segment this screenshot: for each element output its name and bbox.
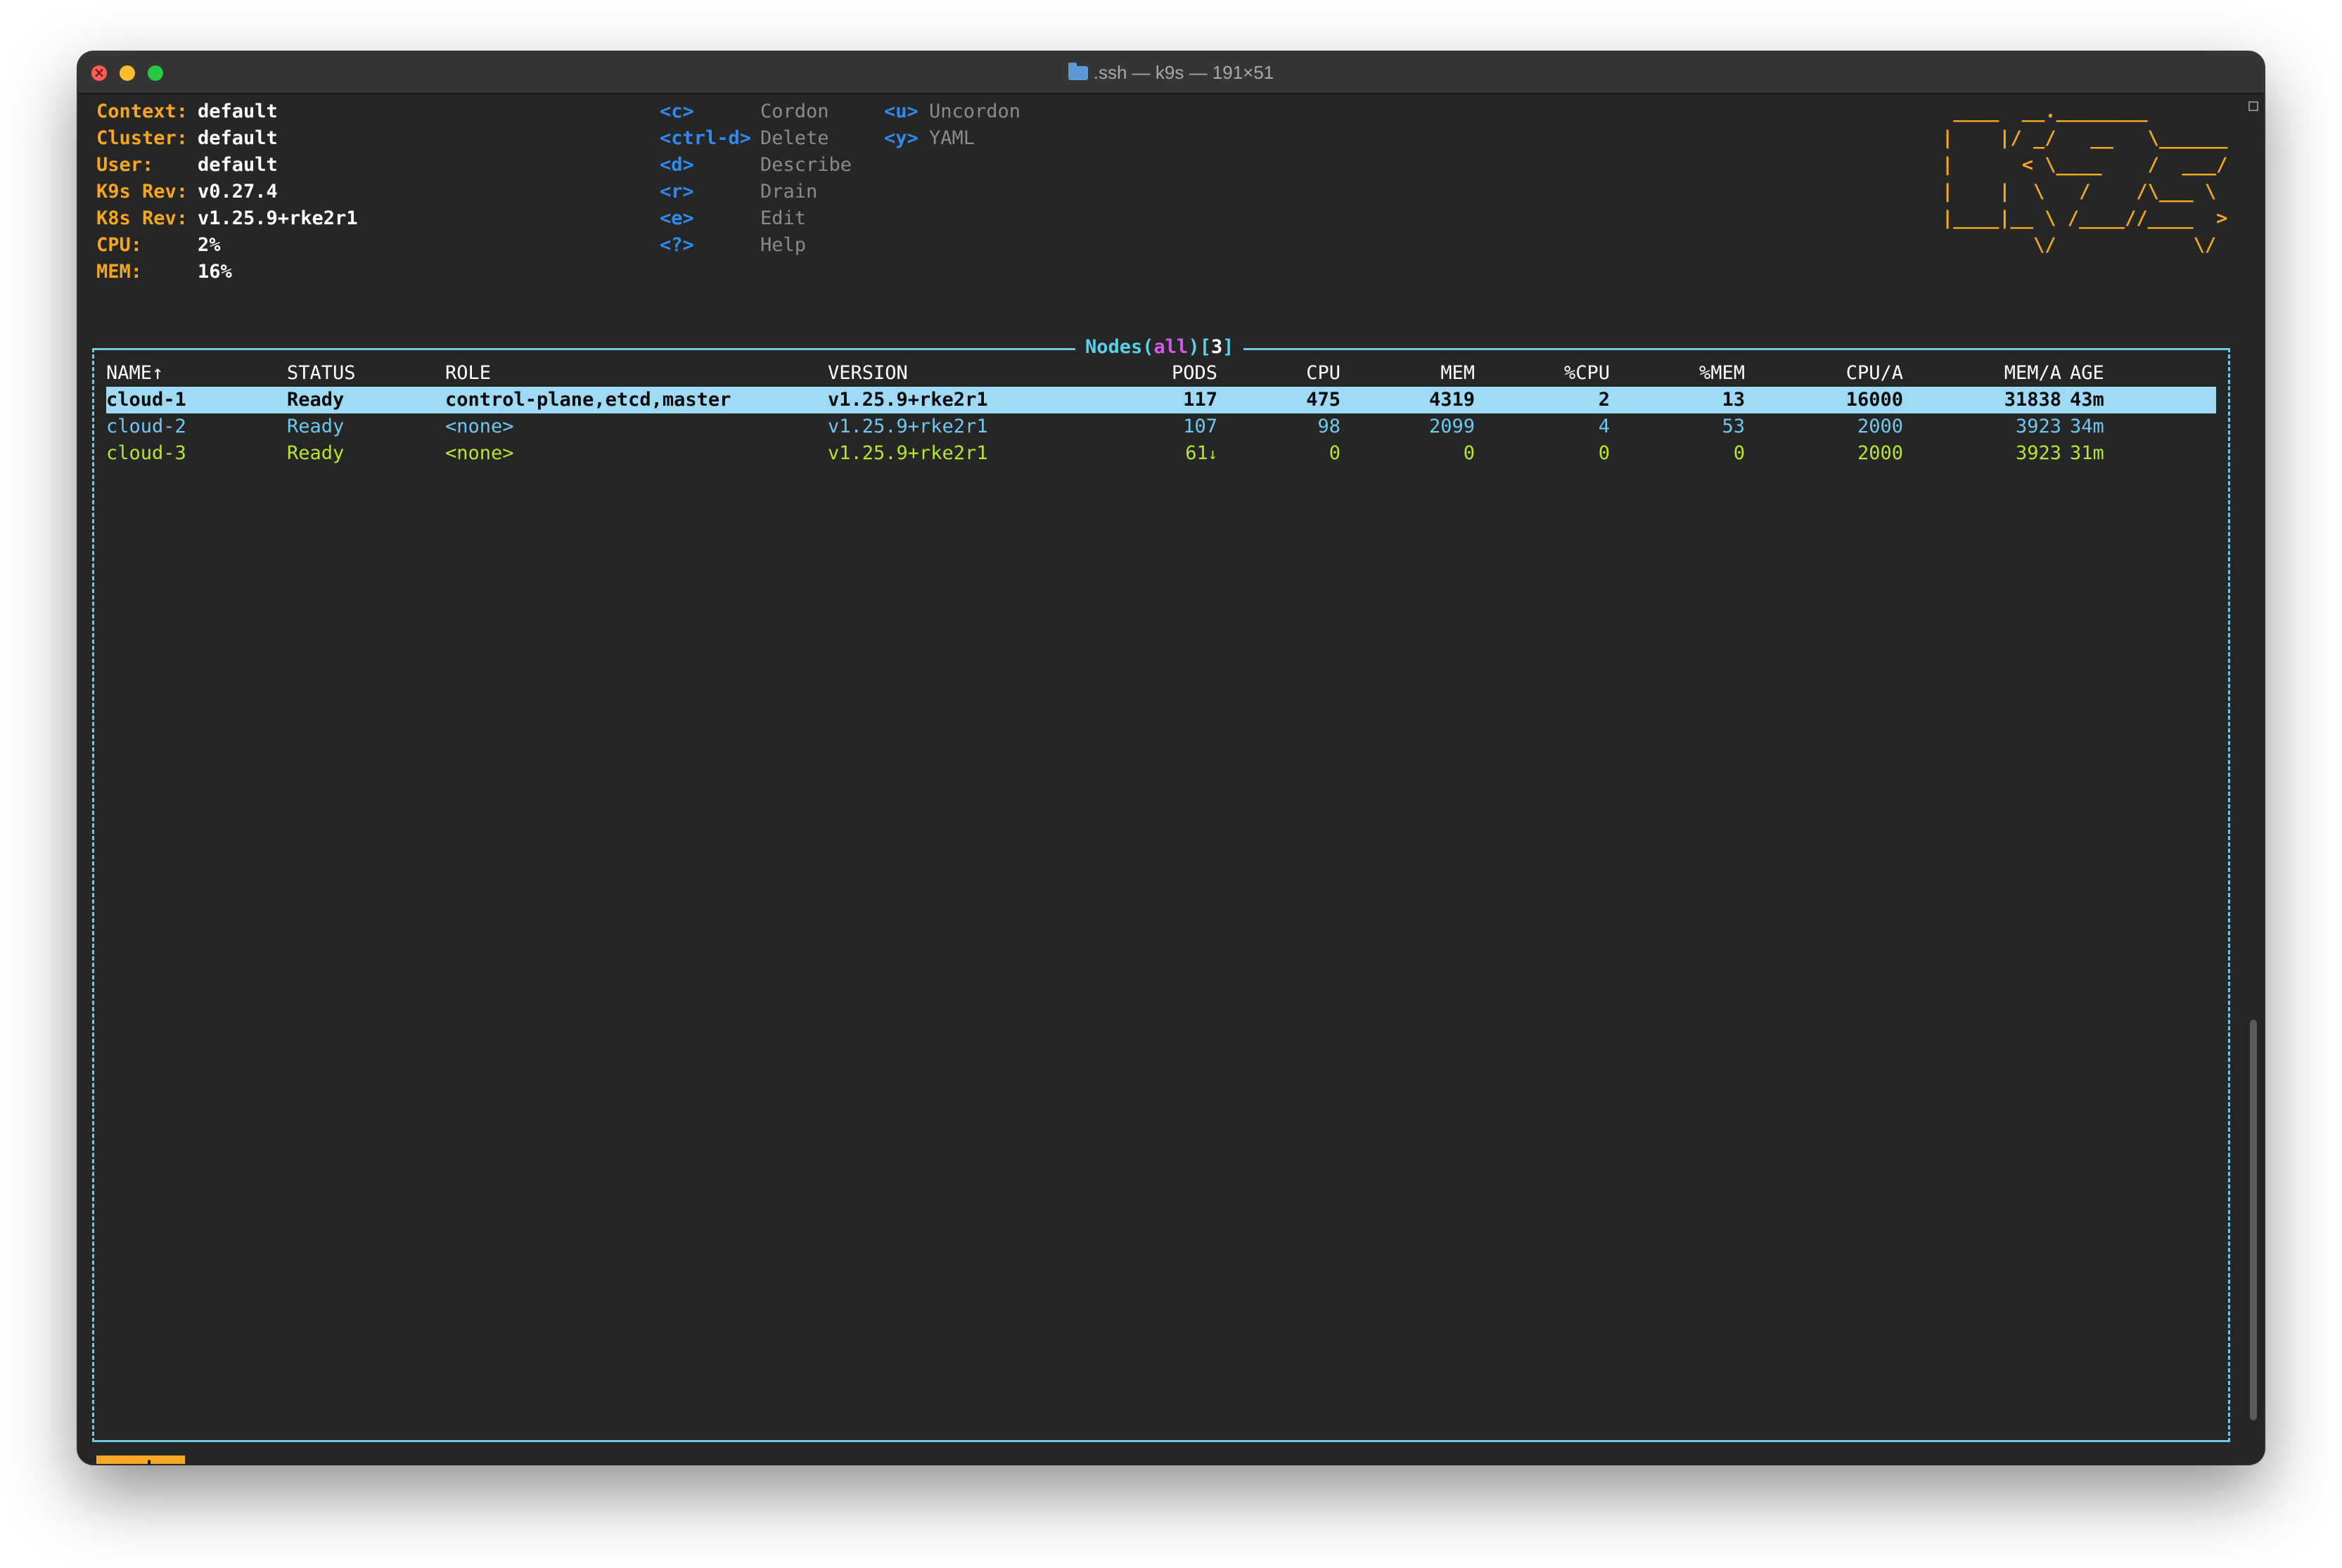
cell-pods-value: 61 <box>1185 442 1208 464</box>
hint-action-cordon[interactable]: Cordon <box>760 98 829 125</box>
col-role[interactable]: ROLE <box>445 360 491 387</box>
cell-pmem: 0 <box>1733 442 1745 464</box>
nodes-table-panel <box>92 348 2230 1442</box>
hint-action-uncordon[interactable]: Uncordon <box>929 98 1020 125</box>
cell-pcpu: 2 <box>1598 389 1610 411</box>
col-pmem[interactable]: %MEM <box>1610 360 1745 387</box>
cell-pcpu: 0 <box>1598 442 1610 464</box>
cell-cpua: 16000 <box>1845 389 1903 411</box>
k9s-rev-label: K9s Rev: <box>96 181 188 203</box>
hint-action-help[interactable]: Help <box>760 232 806 259</box>
cell-mema: 3923 <box>2015 416 2061 437</box>
table-row[interactable]: cloud-2 Ready <none> v1.25.9+rke2r1 107 … <box>106 413 2216 440</box>
cell-age: 43m <box>2070 389 2104 411</box>
cell-status: Ready <box>287 416 345 437</box>
cell-name: cloud-3 <box>106 442 186 464</box>
k8s-rev-label: K8s Rev: <box>96 207 188 229</box>
hint-key-yaml[interactable]: <y> <box>884 125 919 152</box>
hint-action-yaml[interactable]: YAML <box>929 125 975 152</box>
col-pcpu[interactable]: %CPU <box>1475 360 1610 387</box>
context-value: default <box>198 101 278 122</box>
cell-cpu: 98 <box>1317 416 1340 437</box>
hint-action-drain[interactable]: Drain <box>760 179 817 205</box>
panel-filter: all <box>1153 336 1189 358</box>
cell-role: <none> <box>445 442 514 464</box>
user-label: User: <box>96 154 154 176</box>
panel-count: 3 <box>1210 336 1223 358</box>
cell-version: v1.25.9+rke2r1 <box>828 389 988 411</box>
hint-action-describe[interactable]: Describe <box>760 152 852 179</box>
hint-key-cordon[interactable]: <c> <box>660 98 694 125</box>
cell-name: cloud-1 <box>106 389 186 411</box>
col-cpu[interactable]: CPU <box>1217 360 1340 387</box>
cell-name: cloud-2 <box>106 416 186 437</box>
cpu-label: CPU: <box>96 234 143 256</box>
cell-pmem: 53 <box>1722 416 1745 437</box>
k9s-logo: ____ __.________ | |/ _/ __ \______ | < … <box>1942 101 2228 256</box>
cluster-label: Cluster: <box>96 127 188 149</box>
cell-pods: 61↓ <box>1077 440 1217 468</box>
cell-age: 31m <box>2070 442 2104 464</box>
k9s-rev-value: v0.27.4 <box>198 181 278 203</box>
table-header: NAME↑ STATUS ROLE VERSION PODS CPU MEM %… <box>92 360 2230 387</box>
arrow-down-icon: ↓ <box>1208 446 1217 463</box>
hint-key-delete[interactable]: <ctrl-d> <box>660 125 751 152</box>
cell-pcpu: 4 <box>1598 416 1610 437</box>
panel-resource: Nodes <box>1085 336 1143 358</box>
cell-age: 34m <box>2070 416 2104 437</box>
cell-mem: 4319 <box>1428 389 1475 411</box>
cell-cpua: 2000 <box>1857 442 1903 464</box>
col-name[interactable]: NAME↑ <box>106 360 163 387</box>
cell-mem: 0 <box>1463 442 1475 464</box>
cell-role: <none> <box>445 416 514 437</box>
cell-role: control-plane,etcd,master <box>445 389 731 411</box>
hint-action-delete[interactable]: Delete <box>760 125 829 152</box>
hint-key-uncordon[interactable]: <u> <box>884 98 919 125</box>
col-cpua[interactable]: CPU/A <box>1745 360 1903 387</box>
table-row[interactable]: cloud-3 Ready <none> v1.25.9+rke2r1 61↓ … <box>106 440 2216 467</box>
terminal-window: .ssh — k9s — 191×51 Context: default Clu… <box>78 52 2264 1464</box>
window-title-text: .ssh — k9s — 191×51 <box>1093 62 1274 83</box>
col-age[interactable]: AGE <box>2070 360 2104 387</box>
hint-action-edit[interactable]: Edit <box>760 205 806 232</box>
cell-mema: 31838 <box>2004 389 2061 411</box>
k8s-rev-value: v1.25.9+rke2r1 <box>198 207 358 229</box>
terminal-content[interactable]: Context: default Cluster: default User: … <box>78 93 2264 1464</box>
cell-pods: 117 <box>1183 389 1217 411</box>
cpu-value: 2% <box>198 234 221 256</box>
title-bar: .ssh — k9s — 191×51 <box>78 52 2264 94</box>
cell-cpu: 475 <box>1306 389 1340 411</box>
col-version[interactable]: VERSION <box>828 360 908 387</box>
cell-mem: 2099 <box>1428 416 1475 437</box>
cell-pods: 107 <box>1183 416 1217 437</box>
mem-value: 16% <box>198 261 232 283</box>
window-title: .ssh — k9s — 191×51 <box>78 62 2264 84</box>
scrollbar-thumb[interactable] <box>2250 1020 2257 1420</box>
hint-key-edit[interactable]: <e> <box>660 205 694 232</box>
cluster-value: default <box>198 127 278 149</box>
col-pods[interactable]: PODS <box>1077 360 1217 387</box>
cell-cpu: 0 <box>1329 442 1340 464</box>
cell-mema: 3923 <box>2015 442 2061 464</box>
hint-key-help[interactable]: <?> <box>660 232 694 259</box>
context-label: Context: <box>96 101 188 122</box>
table-row[interactable]: cloud-1 Ready control-plane,etcd,master … <box>106 387 2216 413</box>
hint-key-drain[interactable]: <r> <box>660 179 694 205</box>
folder-icon <box>1068 63 1088 80</box>
col-status[interactable]: STATUS <box>287 360 356 387</box>
breadcrumb: <node> <box>96 1455 185 1464</box>
col-mema[interactable]: MEM/A <box>1903 360 2061 387</box>
cell-status: Ready <box>287 442 345 464</box>
panel-title: Nodes(all)[3] <box>1075 333 1244 361</box>
cell-pmem: 13 <box>1722 389 1745 411</box>
cell-version: v1.25.9+rke2r1 <box>828 442 988 464</box>
cell-status: Ready <box>287 389 345 411</box>
cell-version: v1.25.9+rke2r1 <box>828 416 988 437</box>
scrollbar-top-icon[interactable] <box>2248 101 2258 111</box>
col-mem[interactable]: MEM <box>1340 360 1475 387</box>
cell-cpua: 2000 <box>1857 416 1903 437</box>
user-value: default <box>198 154 278 176</box>
mem-label: MEM: <box>96 261 143 283</box>
hint-key-describe[interactable]: <d> <box>660 152 694 179</box>
